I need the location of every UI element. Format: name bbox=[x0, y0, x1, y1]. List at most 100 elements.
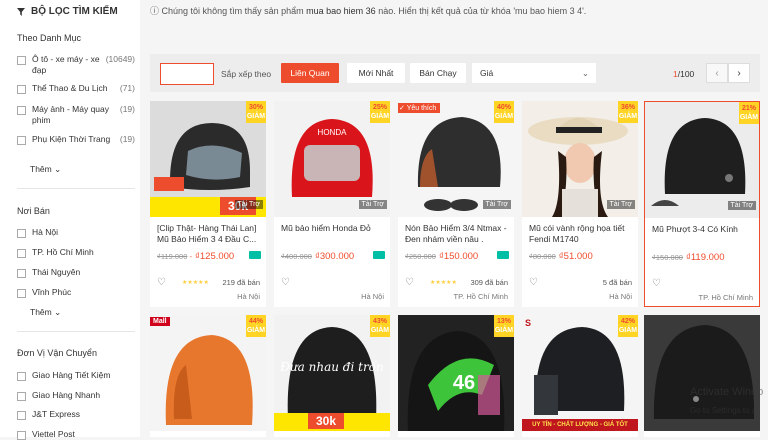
discount-badge: 42% GIẢM bbox=[618, 315, 638, 337]
shipping-label: Giao Hàng Nhanh bbox=[32, 390, 101, 400]
product-card[interactable]: Đưa nhau đi trốn 30k 43% GIẢM bbox=[274, 315, 390, 437]
promo-price: 30k bbox=[308, 413, 345, 429]
checkbox[interactable] bbox=[17, 249, 26, 258]
product-name[interactable]: Nón Bảo Hiểm 3/4 Ntmax - Đen nhám viền n… bbox=[405, 223, 509, 245]
sort-newest-button[interactable]: Mới Nhất bbox=[347, 63, 405, 83]
shipping-item[interactable]: Giao Hàng Nhanh bbox=[17, 390, 135, 401]
checkbox[interactable] bbox=[17, 106, 26, 115]
checkbox[interactable] bbox=[17, 269, 26, 278]
next-page-button[interactable]: › bbox=[728, 63, 750, 83]
product-name[interactable]: Mũ cói vành rộng họa tiết Fendi M1740 bbox=[529, 223, 633, 245]
shop-logo-icon: S bbox=[525, 318, 532, 328]
location-label: TP. Hồ Chí Minh bbox=[32, 247, 94, 257]
activate-windows-watermark: Activate Windo bbox=[690, 386, 764, 398]
shipping-label: Viettel Post bbox=[32, 429, 75, 439]
price-select[interactable]: Giá ⌄ bbox=[472, 63, 596, 83]
checkbox[interactable] bbox=[17, 136, 26, 145]
free-shipping-icon bbox=[373, 251, 385, 259]
discount-word: GIẢM bbox=[370, 113, 390, 120]
sort-search-input[interactable] bbox=[160, 63, 214, 85]
heart-icon[interactable]: ♡ bbox=[281, 277, 290, 288]
heart-icon[interactable]: ♡ bbox=[529, 277, 538, 288]
product-name[interactable]: [Clip Thật- Hàng Thái Lan] Mũ Bảo Hiểm 3… bbox=[157, 223, 261, 245]
product-name[interactable]: Mũ Phượt 3-4 Có Kính bbox=[652, 224, 756, 235]
shipping-item[interactable]: Viettel Post bbox=[17, 429, 135, 440]
discount-value: 40% bbox=[496, 104, 511, 111]
sponsored-tag: Tài Trợ bbox=[727, 201, 756, 210]
product-card[interactable]: Mall 44% GIẢM bbox=[150, 315, 266, 437]
product-card[interactable] bbox=[644, 315, 760, 437]
filter-sidebar: BỘ LỌC TÌM KIẾM Theo Danh Mục Ô tô - xe … bbox=[0, 0, 140, 440]
promo-banner: UY TÍN - CHẤT LƯỢNG - GIÁ TỐT bbox=[522, 419, 638, 431]
sort-relevance-button[interactable]: Liên Quan bbox=[281, 63, 339, 83]
sort-bar: Sắp xếp theo Liên Quan Mới Nhất Bán Chạy… bbox=[150, 54, 760, 92]
location-item[interactable]: Hà Nội bbox=[17, 227, 135, 238]
product-card[interactable]: 30k 30% GIẢM Tài Trợ [Clip Thật- Hàng Thá… bbox=[150, 101, 266, 307]
product-name[interactable]: Mũ bảo hiểm Honda Đỏ bbox=[281, 223, 385, 234]
discount-badge: 44% GIẢM bbox=[246, 315, 266, 337]
discount-badge: 40% GIẢM bbox=[494, 101, 514, 123]
heart-icon[interactable]: ♡ bbox=[157, 277, 166, 288]
checkbox[interactable] bbox=[17, 392, 26, 401]
chevron-down-icon: ⌄ bbox=[54, 164, 62, 174]
discount-value: 44% bbox=[248, 318, 263, 325]
sort-bestseller-button[interactable]: Bán Chạy bbox=[410, 63, 466, 83]
seller-location: Hà Nội bbox=[237, 292, 260, 301]
checkbox[interactable] bbox=[17, 431, 26, 440]
seller-location: TP. Hồ Chí Minh bbox=[698, 293, 753, 302]
price-old: ₫250.000 bbox=[405, 252, 436, 261]
checkbox[interactable] bbox=[17, 372, 26, 381]
category-count: (71) bbox=[119, 83, 135, 93]
favorite-label: Yêu thích bbox=[406, 105, 437, 112]
product-card[interactable]: 46 13% GIẢM bbox=[398, 315, 514, 437]
category-item[interactable]: Thể Thao & Du Lịch (71) bbox=[17, 83, 135, 94]
product-card[interactable]: HONDA 25% GIẢM Tài Trợ Mũ bảo hiểm Honda … bbox=[274, 101, 390, 307]
discount-word: GIẢM bbox=[618, 113, 638, 120]
sponsored-tag: Tài Trợ bbox=[358, 200, 387, 209]
helmet-number: 46 bbox=[453, 372, 475, 394]
shipping-item[interactable]: J&T Express bbox=[17, 409, 135, 420]
seller-location: Hà Nội bbox=[361, 292, 384, 301]
category-item[interactable]: Máy ảnh - Máy quay phim (19) bbox=[17, 104, 135, 126]
filter-icon bbox=[17, 7, 25, 16]
checkbox[interactable] bbox=[17, 411, 26, 420]
category-item[interactable]: Ô tô - xe máy - xe đạp (10649) bbox=[17, 54, 135, 76]
divider bbox=[17, 331, 135, 332]
prev-page-button[interactable]: ‹ bbox=[706, 63, 728, 83]
location-item[interactable]: Vĩnh Phúc bbox=[17, 287, 135, 298]
location-item[interactable]: TP. Hồ Chí Minh bbox=[17, 247, 135, 258]
sponsored-tag: Tài Trợ bbox=[482, 200, 511, 209]
product-card[interactable]: 21% GIẢM Tài Trợ Mũ Phượt 3-4 Có Kính ₫15… bbox=[644, 101, 760, 307]
sold-count: 309 đã bán bbox=[470, 278, 508, 287]
shipping-label: J&T Express bbox=[32, 409, 81, 419]
price-old: ₫80.000 bbox=[529, 252, 556, 261]
price-old: ₫400.000 bbox=[281, 252, 312, 261]
notice-alt-keyword[interactable]: 'mu bao hiem 3 4'. bbox=[513, 6, 586, 16]
discount-value: 42% bbox=[620, 318, 635, 325]
product-card[interactable]: UY TÍN - CHẤT LƯỢNG - GIÁ TỐT S 42% GIẢM bbox=[522, 315, 638, 437]
checkbox[interactable] bbox=[17, 289, 26, 298]
checkbox[interactable] bbox=[17, 56, 26, 65]
filter-title: BỘ LỌC TÌM KIẾM bbox=[17, 6, 118, 17]
heart-icon[interactable]: ♡ bbox=[405, 277, 414, 288]
category-item[interactable]: Phụ Kiện Thời Trang (19) bbox=[17, 134, 135, 145]
sponsored-tag: Tài Trợ bbox=[234, 200, 263, 209]
location-more-link[interactable]: Thêm ⌄ bbox=[30, 307, 61, 318]
product-card[interactable]: ✓ Yêu thích 40% GIẢM Tài Trợ Nón Bảo Hiểm… bbox=[398, 101, 514, 307]
category-label: Ô tô - xe máy - xe đạp bbox=[32, 54, 100, 75]
heart-icon[interactable]: ♡ bbox=[652, 278, 661, 289]
checkbox[interactable] bbox=[17, 229, 26, 238]
category-count: (19) bbox=[119, 134, 135, 144]
product-price: ₫250.000 ₫150.000 bbox=[405, 251, 478, 262]
category-more-link[interactable]: Thêm ⌄ bbox=[30, 164, 61, 175]
category-label: Thể Thao & Du Lịch bbox=[32, 83, 108, 93]
location-item[interactable]: Thái Nguyên bbox=[17, 267, 135, 278]
chevron-down-icon: ⌄ bbox=[581, 68, 589, 78]
shipping-item[interactable]: Giao Hàng Tiết Kiệm bbox=[17, 370, 135, 381]
checkbox[interactable] bbox=[17, 85, 26, 94]
sold-count: 219 đã bán bbox=[222, 278, 260, 287]
product-card[interactable]: 36% GIẢM Tài Trợ Mũ cói vành rộng họa tiế… bbox=[522, 101, 638, 307]
discount-word: GIẢM bbox=[494, 113, 514, 120]
discount-value: 13% bbox=[496, 318, 511, 325]
location-label: Hà Nội bbox=[32, 227, 58, 237]
